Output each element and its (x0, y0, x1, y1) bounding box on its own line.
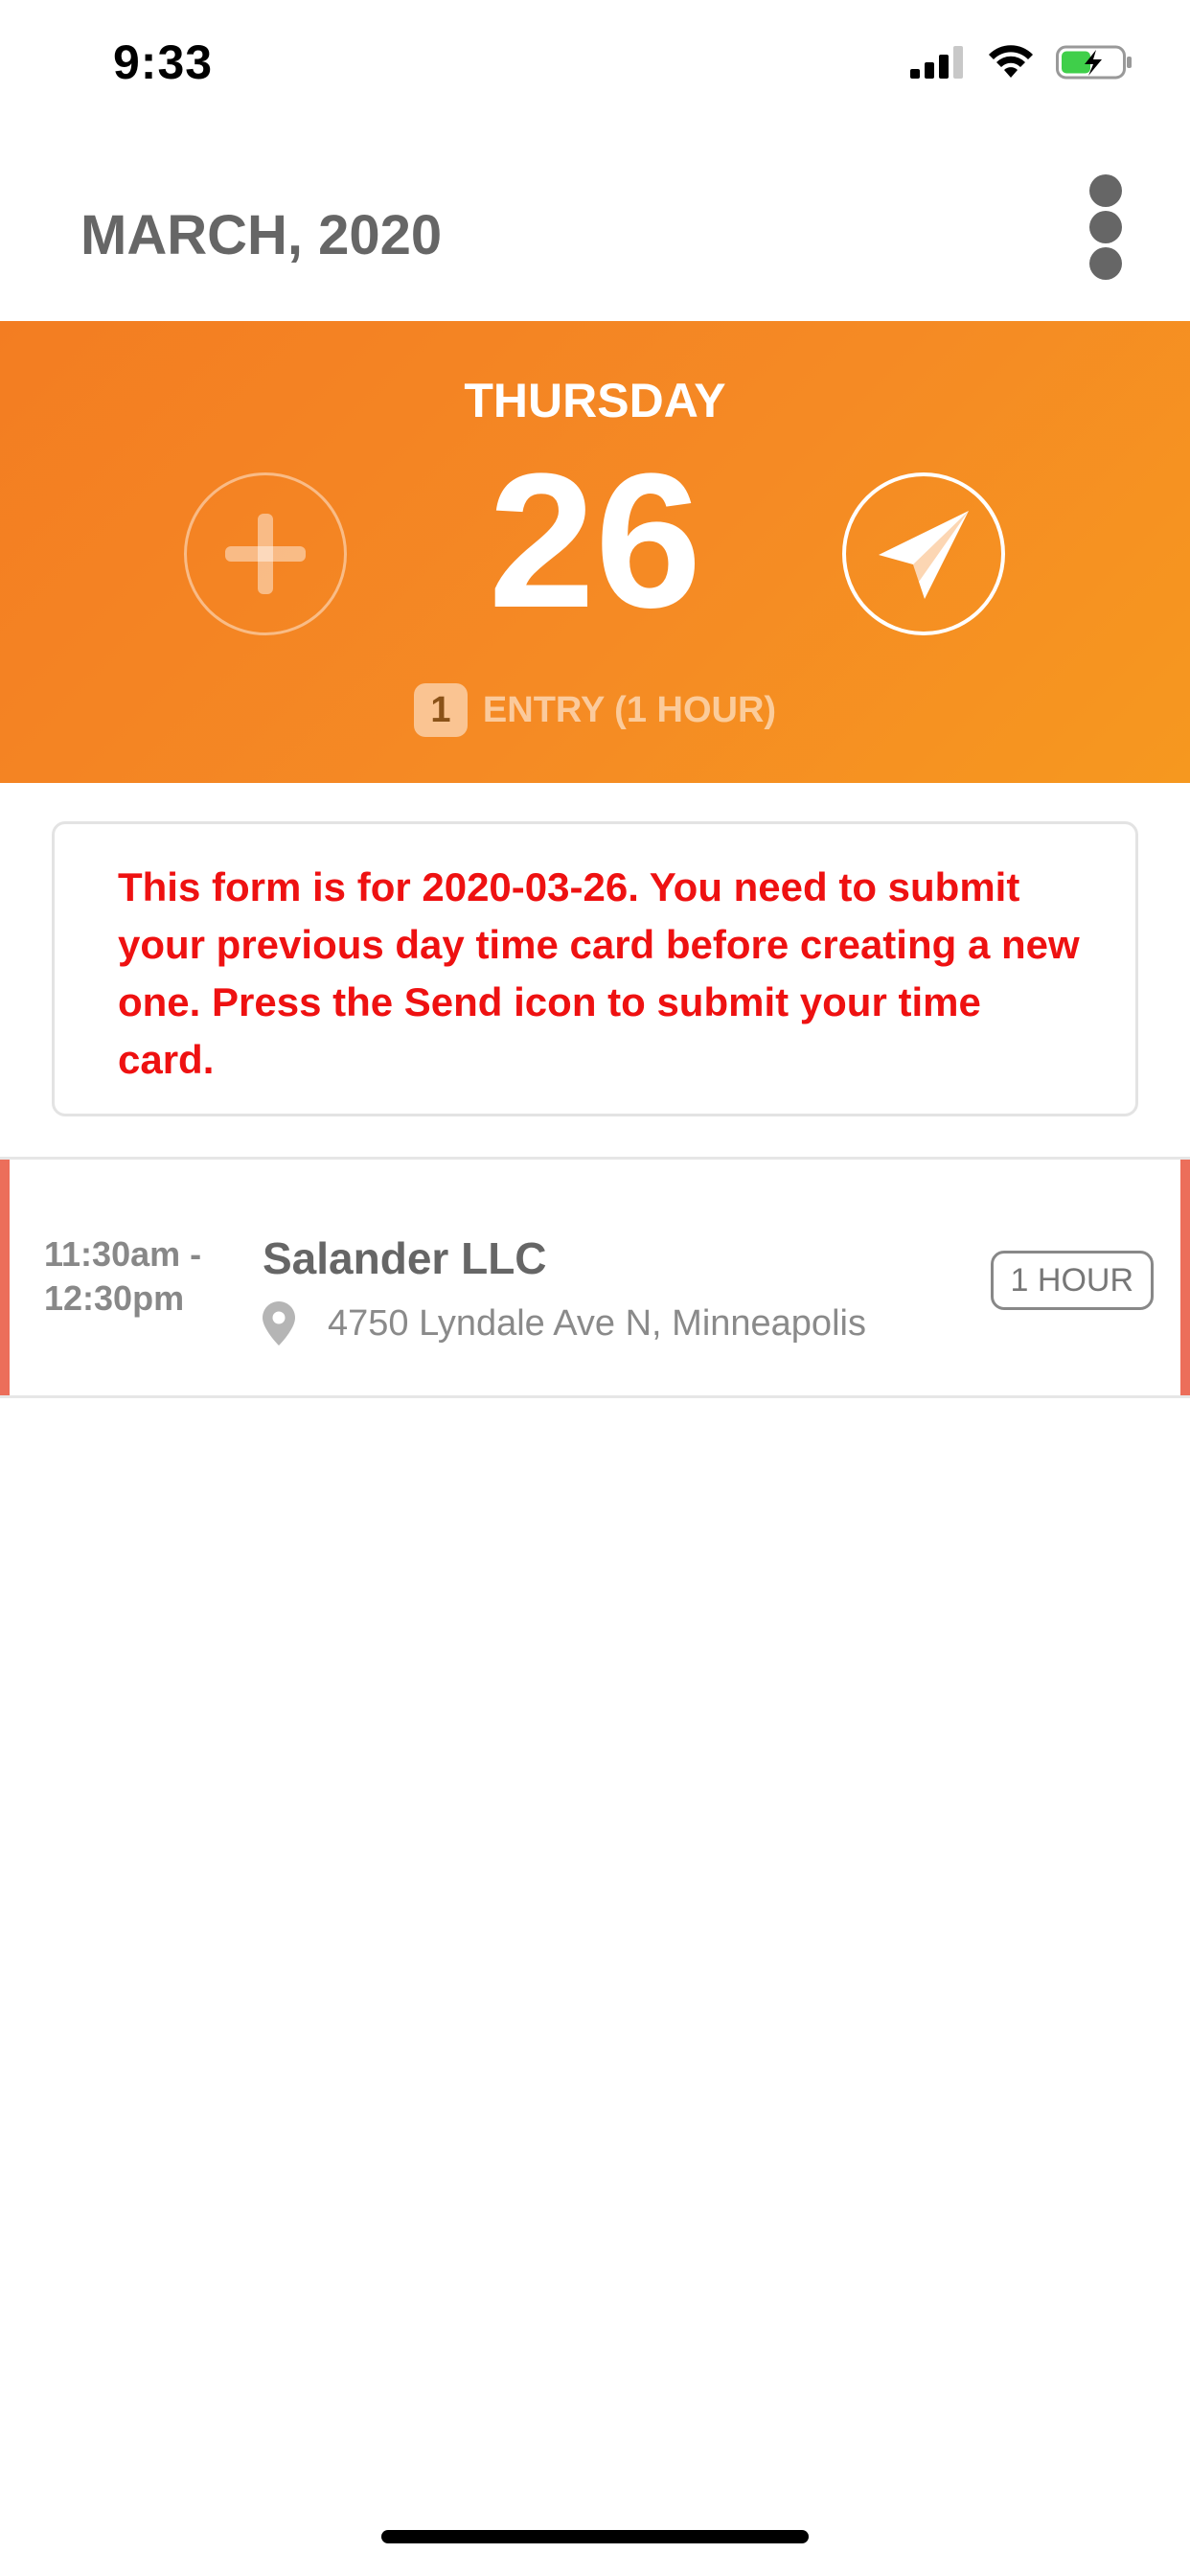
duration-badge: 1 HOUR (990, 1251, 1154, 1310)
menu-dot (1089, 247, 1122, 280)
status-time: 9:33 (113, 35, 214, 89)
warning-message: This form is for 2020-03-26. You need to… (118, 864, 1080, 1082)
battery-charging-icon (1056, 45, 1132, 80)
entry-count-badge: 1 (413, 683, 468, 737)
menu-dot (1089, 174, 1122, 207)
weekday-label: THURSDAY (464, 374, 726, 427)
timecard-screen: 9:33 MARCH, 2020 THURSDAY 26 1 ENTRY (1 … (0, 0, 1190, 2576)
home-indicator[interactable] (381, 2530, 809, 2543)
warning-box: This form is for 2020-03-26. You need to… (52, 821, 1138, 1116)
entry-company: Salander LLC (263, 1233, 547, 1283)
status-icons (910, 44, 1133, 80)
paper-plane-icon (879, 511, 969, 599)
map-pin-icon (263, 1301, 295, 1346)
entry-accent-right (1180, 1160, 1190, 1395)
cellular-signal-icon (910, 46, 963, 79)
time-entry-row[interactable]: 11:30am - 12:30pm Salander LLC 4750 Lynd… (0, 1157, 1190, 1398)
status-bar: 9:33 (0, 0, 1190, 134)
entry-address: 4750 Lyndale Ave N, Minneapolis (263, 1301, 866, 1346)
more-vertical-icon[interactable] (1087, 174, 1125, 280)
wifi-icon (989, 45, 1033, 78)
day-banner: THURSDAY 26 1 ENTRY (1 HOUR) (0, 321, 1190, 783)
send-timecard-button[interactable] (842, 472, 1005, 635)
entry-summary: 1 ENTRY (1 HOUR) (0, 683, 1190, 737)
menu-dot (1089, 211, 1122, 243)
entry-address-text: 4750 Lyndale Ave N, Minneapolis (328, 1302, 866, 1344)
app-header: MARCH, 2020 (0, 153, 1190, 321)
month-title[interactable]: MARCH, 2020 (80, 203, 442, 267)
entry-summary-text: ENTRY (1 HOUR) (482, 689, 777, 730)
entry-time-range: 11:30am - 12:30pm (44, 1234, 202, 1318)
day-number: 26 (488, 434, 702, 648)
entry-accent-left (0, 1160, 10, 1395)
